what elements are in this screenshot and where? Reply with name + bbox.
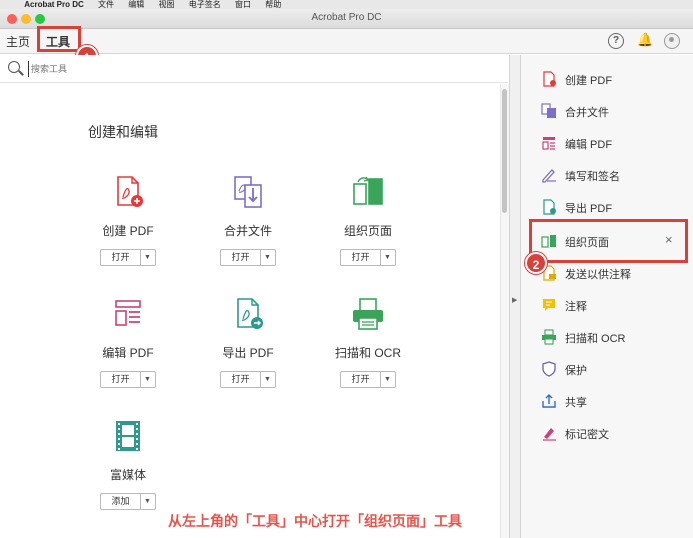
- help-icon[interactable]: ?: [608, 33, 624, 49]
- rp-item-fill-sign[interactable]: 填写和签名: [521, 159, 693, 191]
- rp-item-protect[interactable]: 保护: [521, 353, 693, 385]
- menubar-app-name[interactable]: Acrobat Pro DC: [24, 0, 84, 9]
- menu-file[interactable]: 文件: [98, 0, 114, 9]
- tool-create-pdf[interactable]: 创建 PDF 打开 ▼: [68, 174, 188, 266]
- tool-open-button[interactable]: 打开 ▼: [100, 249, 156, 266]
- tab-home[interactable]: 主页: [6, 33, 30, 50]
- rp-item-scan-ocr[interactable]: 扫描和 OCR: [521, 321, 693, 353]
- tool-combine-files[interactable]: 合并文件 打开 ▼: [188, 174, 308, 266]
- rp-item-label: 导出 PDF: [565, 203, 613, 215]
- chevron-down-icon[interactable]: ▼: [381, 250, 395, 265]
- rp-item-label: 填写和签名: [565, 171, 620, 183]
- film-icon: [110, 418, 146, 454]
- tool-open-button[interactable]: 打开 ▼: [100, 371, 156, 388]
- tool-scan-ocr[interactable]: 扫描和 OCR 打开 ▼: [308, 296, 428, 388]
- tool-label: 组织页面: [343, 224, 392, 238]
- window-titlebar: Acrobat Pro DC: [0, 9, 693, 29]
- tool-open-button[interactable]: 打开 ▼: [220, 371, 276, 388]
- create-pdf-icon: [110, 174, 146, 210]
- tool-label: 创建 PDF: [102, 224, 154, 238]
- search-input[interactable]: [28, 61, 328, 77]
- rp-item-edit-pdf[interactable]: 编辑 PDF: [521, 127, 693, 159]
- shield-icon: [542, 361, 556, 377]
- pen-sign-icon: [542, 169, 556, 183]
- rp-item-combine-files[interactable]: 合并文件: [521, 95, 693, 127]
- edit-pdf-icon: [542, 137, 555, 150]
- chevron-down-icon[interactable]: ▼: [261, 250, 275, 265]
- tool-label: 扫描和 OCR: [334, 346, 401, 360]
- tool-rich-media[interactable]: 富媒体 添加 ▼: [68, 418, 188, 510]
- rp-item-label: 编辑 PDF: [565, 139, 613, 151]
- tools-tab-highlight: [37, 26, 81, 52]
- tutorial-caption: 从左上角的「工具」中心打开「组织页面」工具: [168, 513, 462, 529]
- rp-item-label: 标记密文: [565, 429, 609, 441]
- rp-item-label: 注释: [565, 301, 587, 313]
- tool-label: 富媒体: [109, 468, 146, 482]
- avatar[interactable]: [664, 33, 680, 49]
- menu-view[interactable]: 视图: [159, 0, 175, 9]
- rp-item-label: 发送以供注释: [565, 269, 631, 281]
- rp-item-label: 保护: [565, 365, 587, 377]
- tool-edit-pdf[interactable]: 编辑 PDF 打开 ▼: [68, 296, 188, 388]
- rp-item-share[interactable]: 共享: [521, 385, 693, 417]
- tool-add-button[interactable]: 添加 ▼: [100, 493, 156, 510]
- organize-pages-highlight: [529, 219, 688, 263]
- chevron-down-icon[interactable]: ▼: [141, 494, 155, 509]
- export-pdf-icon: [543, 199, 556, 215]
- rp-item-comment[interactable]: 注释: [521, 289, 693, 321]
- tool-open-button[interactable]: 打开 ▼: [340, 371, 396, 388]
- scanner-icon: [542, 329, 556, 345]
- redact-marker-icon: [543, 428, 556, 441]
- chevron-down-icon[interactable]: ▼: [381, 372, 395, 387]
- tool-open-button[interactable]: 打开 ▼: [220, 249, 276, 266]
- combine-files-icon: [541, 103, 556, 118]
- search-bar: [0, 55, 508, 83]
- scanner-icon: [350, 296, 386, 332]
- tool-label: 导出 PDF: [222, 346, 274, 360]
- export-pdf-icon: [230, 296, 266, 332]
- rp-item-label: 扫描和 OCR: [565, 333, 626, 345]
- menu-esign[interactable]: 电子签名: [189, 0, 221, 9]
- rp-item-redact[interactable]: 标记密文: [521, 417, 693, 449]
- edit-pdf-icon: [110, 296, 146, 332]
- right-tools-pane: 创建 PDF 合并文件 编辑 PDF 填写和签名 导出 PDF 组织页面 × 发…: [521, 55, 693, 538]
- chevron-down-icon[interactable]: ▼: [261, 372, 275, 387]
- tool-organize-pages[interactable]: 组织页面 打开 ▼: [308, 174, 428, 266]
- rp-item-create-pdf[interactable]: 创建 PDF: [521, 63, 693, 95]
- menu-edit[interactable]: 编辑: [128, 0, 144, 9]
- rp-item-label: 合并文件: [565, 107, 609, 119]
- section-title: 创建和编辑: [88, 124, 158, 140]
- mac-menubar: Acrobat Pro DC 文件 编辑 视图 电子签名 窗口 帮助: [0, 0, 693, 9]
- tool-export-pdf[interactable]: 导出 PDF 打开 ▼: [188, 296, 308, 388]
- tool-open-button[interactable]: 打开 ▼: [340, 249, 396, 266]
- tools-center: 创建和编辑 创建 PDF 打开 ▼ 合并文件 打开 ▼ 组织页面 打开 ▼ 编辑…: [0, 84, 500, 538]
- bell-icon[interactable]: 🔔: [637, 33, 653, 49]
- comment-icon: [543, 299, 555, 311]
- search-icon: [8, 61, 20, 73]
- tool-label: 合并文件: [223, 224, 272, 238]
- rp-item-label: 共享: [565, 397, 587, 409]
- organize-pages-icon: [350, 174, 386, 210]
- collapse-pane-icon[interactable]: ▶: [512, 296, 517, 304]
- window-title: Acrobat Pro DC: [311, 12, 382, 23]
- chevron-down-icon[interactable]: ▼: [141, 372, 155, 387]
- scrollbar-thumb[interactable]: [502, 89, 507, 213]
- step-badge-2: 2: [525, 252, 547, 274]
- tab-bar: 主页 工具 ? 🔔: [0, 29, 693, 54]
- tool-label: 编辑 PDF: [102, 346, 154, 360]
- menu-window[interactable]: 窗口: [235, 0, 251, 9]
- menu-help[interactable]: 帮助: [265, 0, 281, 9]
- combine-files-icon: [230, 174, 266, 210]
- rp-item-label: 创建 PDF: [565, 75, 613, 87]
- create-pdf-icon: [543, 71, 556, 87]
- share-icon: [542, 394, 556, 408]
- chevron-down-icon[interactable]: ▼: [141, 250, 155, 265]
